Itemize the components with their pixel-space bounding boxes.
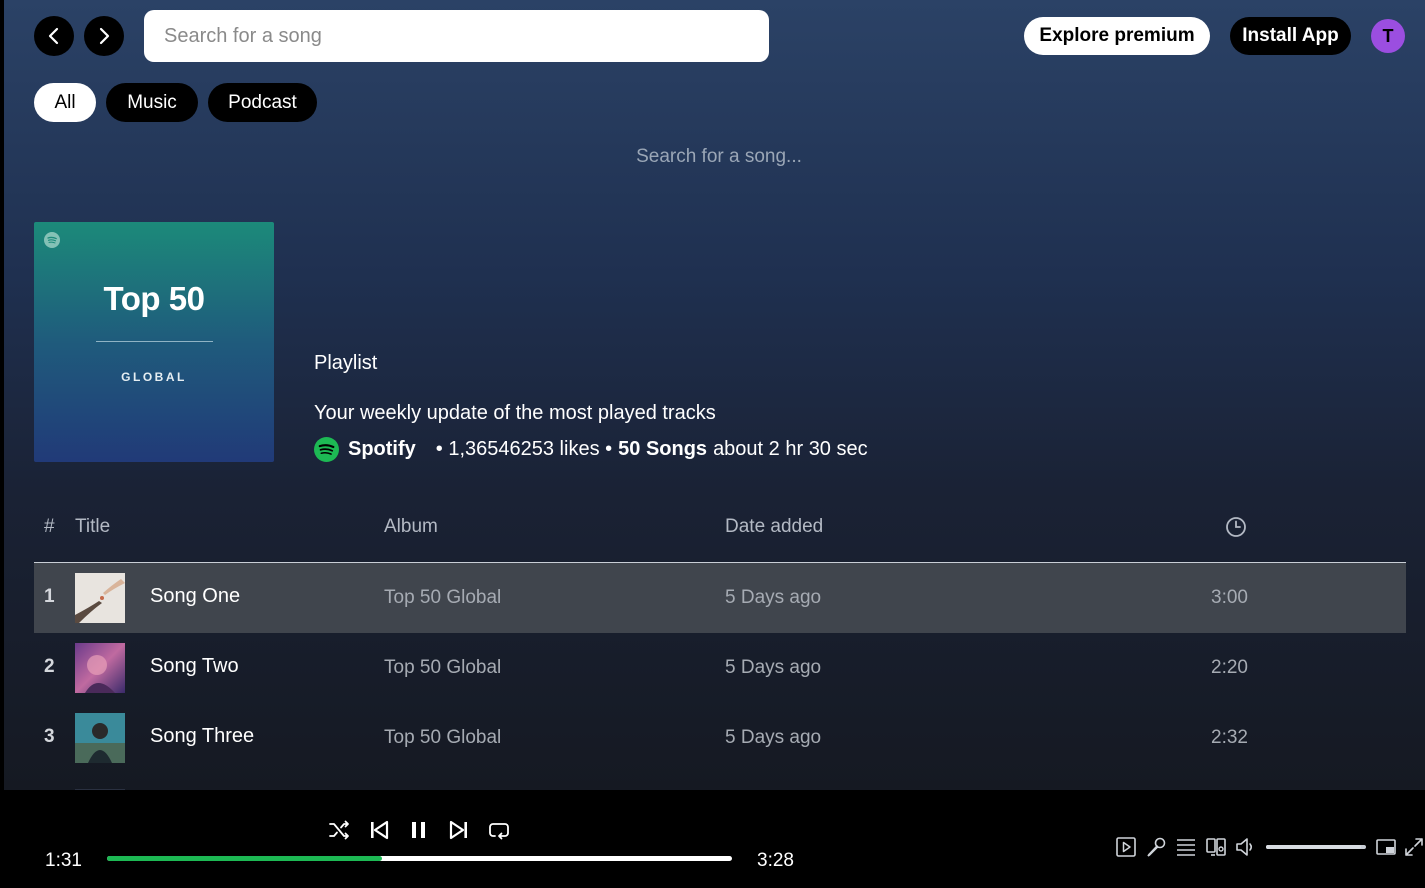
column-header-album: Album [384, 516, 438, 537]
column-header-title: Title [75, 516, 111, 537]
fullscreen-icon [1405, 838, 1423, 856]
spotify-logo-icon [314, 436, 339, 462]
volume-icon [1236, 838, 1253, 856]
lyrics-button[interactable] [1145, 836, 1167, 858]
progress-fill [107, 856, 382, 861]
pause-icon [412, 822, 425, 838]
cover-title: Top 50 [103, 280, 205, 317]
clock-icon [1226, 517, 1246, 537]
lyrics-icon [1147, 837, 1166, 857]
now-playing-icon [1116, 837, 1136, 857]
repeat-icon [489, 823, 509, 840]
track-title: Song Three [150, 725, 255, 747]
connect-device-icon [1206, 838, 1226, 856]
chevron-right-icon [99, 27, 110, 45]
shuffle-button[interactable] [327, 818, 351, 842]
track-duration: 3:00 [1211, 587, 1248, 608]
playlist-duration: about 2 hr 30 sec [713, 437, 868, 460]
queue-button[interactable] [1175, 836, 1197, 858]
playlist-type-label: Playlist [314, 352, 378, 374]
connect-device-button[interactable] [1205, 836, 1227, 858]
total-time: 3:28 [757, 850, 794, 871]
column-header-duration [1225, 516, 1247, 544]
track-artwork-partial [75, 783, 125, 790]
track-date-added: 5 Days ago [725, 727, 822, 748]
column-header-date-added: Date added [725, 516, 824, 537]
playlist-owner[interactable]: Spotify [348, 438, 416, 461]
volume-fill [1266, 845, 1361, 849]
player-bar: 1:31 3:28 [0, 790, 1425, 888]
main-view: Explore premium Install App T All Music … [4, 0, 1425, 790]
filter-chip-music[interactable]: Music [106, 83, 198, 122]
next-icon [449, 820, 467, 840]
track-album[interactable]: Top 50 Global [384, 587, 501, 609]
current-time: 1:31 [45, 850, 82, 871]
volume-slider[interactable] [1266, 845, 1366, 849]
queue-icon [1177, 839, 1195, 856]
next-button[interactable] [447, 818, 471, 842]
track-artwork [75, 573, 125, 623]
playlist-cover[interactable]: Top 50 GLOBAL [34, 222, 274, 462]
track-album[interactable]: Top 50 Global [384, 657, 501, 679]
track-number: 2 [44, 656, 55, 677]
track-duration: 2:32 [1211, 727, 1248, 748]
playlist-meta: Spotify • 1,36546253 likes • 50 Songs ab… [314, 436, 868, 462]
progress-bar[interactable] [107, 856, 732, 861]
track-date-added: 5 Days ago [725, 587, 822, 608]
previous-button[interactable] [367, 818, 391, 842]
search-input[interactable] [144, 10, 769, 62]
pause-button[interactable] [407, 818, 431, 842]
track-number: 3 [44, 726, 55, 747]
playlist-song-count: 50 Songs [618, 437, 708, 460]
track-artwork [75, 643, 125, 693]
cover-subtitle: GLOBAL [121, 370, 187, 384]
volume-button[interactable] [1235, 836, 1257, 858]
table-row[interactable]: 1 Song One Top 50 Global 5 Days ago 3:00 [34, 563, 1406, 633]
search-hint-text: Search for a song... [636, 146, 802, 167]
track-date-added: 5 Days ago [725, 657, 822, 678]
table-row[interactable]: 2 Song Two Top 50 Global 5 Days ago 2:20 [34, 633, 1406, 703]
track-title: Song Two [150, 655, 239, 677]
explore-premium-button[interactable]: Explore premium [1024, 17, 1210, 55]
repeat-button[interactable] [487, 818, 511, 842]
chevron-left-icon [48, 27, 59, 45]
filter-chip-podcast[interactable]: Podcast [208, 83, 317, 122]
avatar[interactable]: T [1371, 19, 1405, 53]
fullscreen-button[interactable] [1403, 836, 1423, 858]
previous-icon [371, 820, 389, 840]
playlist-description: Your weekly update of the most played tr… [314, 402, 716, 424]
forward-button[interactable] [84, 16, 124, 56]
filter-chip-all[interactable]: All [34, 83, 96, 122]
track-number: 1 [44, 586, 55, 607]
shuffle-icon [329, 820, 349, 840]
track-album[interactable]: Top 50 Global [384, 727, 501, 749]
mini-player-icon [1376, 839, 1396, 855]
spotify-logo-icon [44, 232, 60, 248]
mini-player-button[interactable] [1375, 836, 1397, 858]
track-duration: 2:20 [1211, 657, 1248, 678]
cover-divider [96, 341, 213, 342]
playlist-likes: • 1,36546253 likes • [435, 437, 613, 460]
track-title: Song One [150, 585, 241, 607]
track-artwork [75, 713, 125, 763]
back-button[interactable] [34, 16, 74, 56]
install-app-button[interactable]: Install App [1230, 17, 1351, 55]
table-row[interactable]: 3 Song Three Top 50 Global 5 Days ago 2:… [34, 703, 1406, 773]
column-header-number: # [44, 516, 55, 537]
now-playing-view-button[interactable] [1115, 836, 1137, 858]
